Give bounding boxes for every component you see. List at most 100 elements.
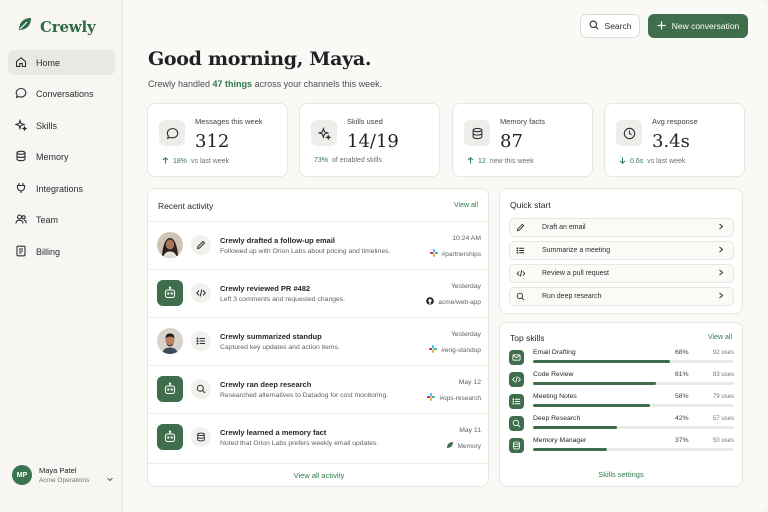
user-menu[interactable]: MP Maya Patel Acme Operations [12,465,116,485]
database-icon [15,150,27,164]
page-subtitle: Crewly handled 47 things across your cha… [148,79,382,89]
sidebar-item-label: Skills [36,120,58,131]
quick-start-label: Summarize a meeting [542,247,611,254]
skill-row[interactable]: Memory Manager 37% 50 uses [509,436,734,454]
sidebar-item-label: Billing [36,246,61,257]
sidebar-item-team[interactable]: Team [8,208,115,233]
search-icon [516,292,538,301]
activity-source[interactable]: acme/web-app [426,297,481,307]
home-icon [15,56,27,70]
skill-row[interactable]: Code Review 61% 83 uses [509,370,734,388]
skill-progress-fill [533,382,656,385]
stat-label: Skills used [347,117,383,126]
activity-time: Yesterday [451,331,481,338]
code-icon [516,269,538,278]
activity-time: Yesterday [451,283,481,290]
stat-value: 3.4s [652,131,690,152]
divider [148,463,490,464]
skill-name: Memory Manager [533,437,587,444]
slack-icon [427,393,436,403]
skill-row[interactable]: Deep Research 42% 57 uses [509,414,734,432]
code-icon [509,372,524,387]
stat-card-messages: Messages this week 312 18% vs last week [147,103,288,177]
skill-row[interactable]: Email Drafting 68% 92 uses [509,348,734,366]
sidebar-item-integrations[interactable]: Integrations [8,176,115,201]
activity-source[interactable]: #partnerships [429,249,481,259]
panel-title: Top skills [510,333,545,343]
user-info: Maya Patel Acme Operations [39,466,89,484]
bot-avatar-icon [157,376,183,402]
chevron-right-icon [718,292,724,301]
chat-icon [159,120,185,146]
list-item[interactable]: Crewly reviewed PR #482 Left 3 comments … [148,269,490,317]
skills-settings-link[interactable]: Skills settings [500,470,742,479]
quick-start-draft-email[interactable]: Draft an email [509,218,734,237]
list-icon [509,394,524,409]
subtitle-highlight[interactable]: 47 things [213,79,253,89]
bot-avatar-icon [157,280,183,306]
activity-source[interactable]: #eng-standup [429,345,481,355]
view-all-link[interactable]: View all [708,334,732,341]
recent-activity-panel: Recent activity View all Crewly drafted … [147,188,490,487]
arrow-down-icon [619,157,626,166]
sidebar-item-billing[interactable]: Billing [8,239,115,264]
activity-description: Left 3 comments and requested changes. [220,296,346,303]
brand[interactable]: Crewly [16,15,96,38]
list-item[interactable]: Crewly summarized standup Captured key u… [148,317,490,365]
skill-progress-track [533,448,734,451]
quick-start-summarize-meeting[interactable]: Summarize a meeting [509,241,734,260]
activity-source[interactable]: Memory [446,441,481,451]
view-all-link[interactable]: View all [454,202,478,209]
activity-time: 10:24 AM [452,235,481,242]
database-icon [464,120,490,146]
stat-delta-text: vs last week [647,158,686,165]
skill-progress-fill [533,404,650,407]
list-item[interactable]: Crewly learned a memory fact Noted that … [148,413,490,461]
activity-description: Captured key updates and action items. [220,344,340,351]
sparkle-icon [14,118,28,133]
skill-progress-fill [533,448,608,451]
clock-icon [616,120,642,146]
new-conversation-label: New conversation [671,21,740,31]
skill-uses: 92 uses [712,350,734,356]
quick-start-review-pr[interactable]: Review a pull request [509,264,734,283]
skill-name: Code Review [533,371,574,378]
skill-name: Meeting Notes [533,393,577,400]
mail-icon [509,350,524,365]
stat-delta: 73% [314,157,329,164]
activity-time: May 12 [458,379,481,386]
activity-source-label: acme/web-app [438,298,481,306]
pencil-icon [516,223,538,232]
sidebar-item-memory[interactable]: Memory [8,145,115,170]
activity-source[interactable]: #ops-research [427,393,481,403]
panel-title: Quick start [510,200,551,210]
page-title: Good morning, Maya. [148,48,372,70]
slack-icon [429,249,438,259]
sparkle-icon [311,120,337,146]
sidebar-item-conversations[interactable]: Conversations [8,82,115,107]
activity-title: Crewly drafted a follow-up email [220,236,336,245]
sidebar-item-skills[interactable]: Skills [8,113,115,138]
stat-delta: 0.6s [630,158,644,165]
list-item[interactable]: Crewly drafted a follow-up email Followe… [148,221,490,269]
skill-row[interactable]: Meeting Notes 58% 79 uses [509,392,734,410]
activity-description: Followed up with Orion Labs about pricin… [220,248,391,255]
app-window: Crewly Home Conversations Skills Memory … [0,0,768,512]
arrow-up-icon [162,157,169,166]
top-skills-panel: Top skills View all Email Drafting 68% 9… [499,322,743,487]
list-item[interactable]: Crewly ran deep research Researched alte… [148,365,490,413]
arrow-up-icon [467,157,474,166]
skill-progress-track [533,360,734,363]
skill-percent: 37% [675,437,689,444]
view-all-activity-link[interactable]: View all activity [148,471,490,480]
skill-percent: 61% [675,371,689,378]
quick-start-panel: Quick start Draft an email Summarize a m… [499,188,743,314]
sidebar-item-home[interactable]: Home [8,50,115,75]
subtitle-suffix: across your channels this week. [252,79,383,89]
search-button[interactable]: Search [580,14,640,38]
activity-time: May 11 [459,427,481,434]
new-conversation-button[interactable]: New conversation [648,14,748,38]
quick-start-label: Draft an email [542,224,586,231]
quick-start-deep-research[interactable]: Run deep research [509,287,734,306]
slack-icon [429,345,438,355]
